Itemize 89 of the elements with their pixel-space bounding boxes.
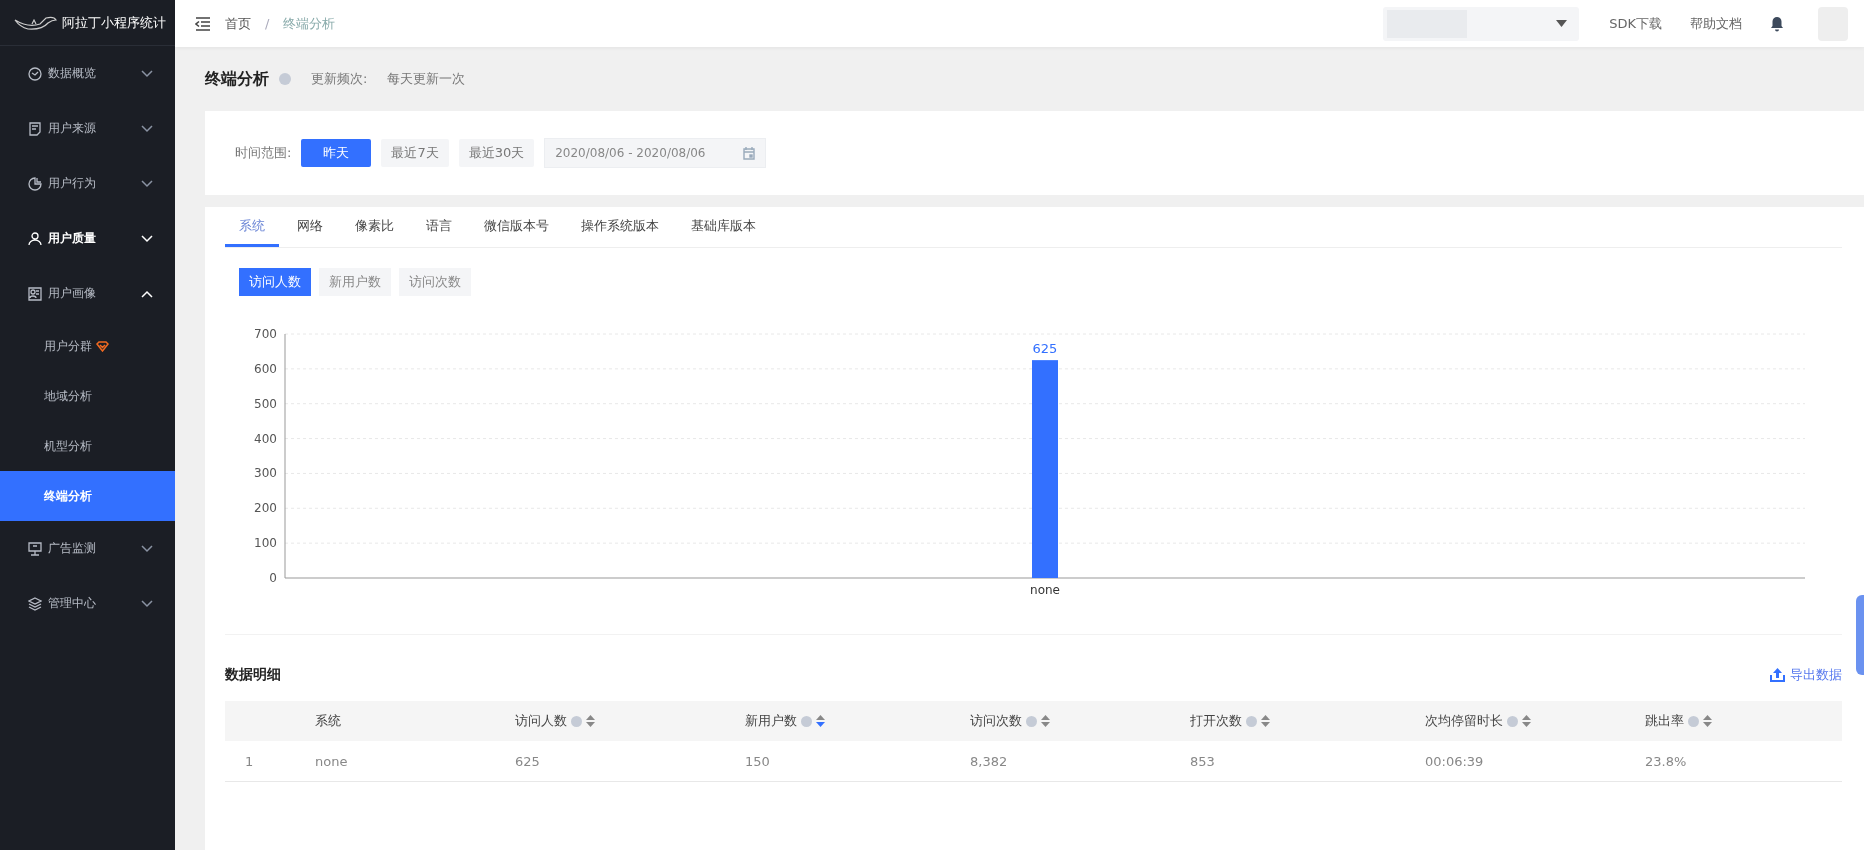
axis-tick-label: 600 [254, 361, 277, 376]
sidebar-item[interactable]: 广告监测 [0, 521, 175, 576]
table-cell-text: 23.8% [1645, 753, 1688, 769]
sidebar-label: 数据概览 [48, 65, 97, 82]
sidebar-item[interactable]: 数据概览 [0, 46, 175, 101]
sort-icon[interactable] [1261, 715, 1270, 727]
column-header: 次均停留时长 [1425, 712, 1503, 730]
sidebar-subitem[interactable]: 用户分群 [0, 321, 175, 371]
axis-category-label: none [1030, 583, 1060, 597]
axis-tick-label: 0 [269, 571, 277, 585]
info-icon[interactable] [1507, 715, 1518, 727]
column-header: 系统 [315, 712, 341, 730]
tab[interactable]: 系统 [225, 207, 279, 247]
column-header: 打开次数 [1190, 712, 1242, 730]
table-cell-text: 853 [1190, 753, 1216, 769]
info-icon[interactable] [1688, 715, 1699, 727]
app-selector[interactable] [1383, 6, 1580, 41]
info-icon[interactable] [571, 715, 582, 727]
calendar-icon [743, 146, 756, 160]
info-icon[interactable] [1026, 715, 1037, 727]
tab[interactable]: 操作系统版本 [567, 207, 673, 247]
axis-tick-label: 700 [254, 327, 277, 341]
sort-icon[interactable] [1522, 715, 1531, 727]
table-cell-text: 625 [515, 753, 541, 769]
tab[interactable]: 语言 [412, 207, 466, 247]
table-cell-text: 00:06:39 [1425, 753, 1485, 769]
column-header: 新用户数 [745, 712, 797, 730]
sidebar-item[interactable]: 用户来源 [0, 101, 175, 156]
page-title: 终端分析 [205, 68, 269, 90]
section-title: 数据明细 [225, 666, 281, 684]
sidebar-item[interactable]: 用户画像 [0, 266, 175, 321]
update-frequency-value: 每天更新一次 [387, 70, 466, 88]
axis-tick-label: 100 [254, 536, 277, 551]
header-link[interactable]: SDK下载 [1609, 14, 1662, 33]
sidebar-label: 机型分析 [44, 437, 92, 455]
axis-tick-label: 400 [254, 431, 277, 446]
column-header: 跳出率 [1645, 712, 1684, 730]
tab[interactable]: 微信版本号 [470, 207, 563, 247]
table-cell-text: 8,382 [970, 753, 1009, 769]
header-link[interactable]: 帮助文档 [1690, 14, 1742, 33]
breadcrumb-link[interactable]: 首页 [225, 14, 251, 33]
bell-icon[interactable] [1770, 15, 1784, 32]
sidebar-label: 管理中心 [48, 595, 97, 612]
sort-icon[interactable] [816, 715, 825, 727]
sort-icon[interactable] [586, 715, 595, 727]
table-cell-text: 150 [745, 753, 771, 769]
tab[interactable]: 像素比 [341, 207, 408, 247]
metric-button[interactable]: 访问人数 [239, 268, 311, 296]
time-range-button[interactable]: 最近7天 [381, 139, 449, 167]
menu-fold-icon[interactable] [195, 16, 211, 31]
info-icon[interactable] [1246, 715, 1257, 727]
sidebar-label: 终端分析 [44, 487, 92, 505]
axis-tick-label: 300 [254, 466, 277, 481]
sort-icon[interactable] [1041, 715, 1050, 727]
tab[interactable]: 网络 [283, 207, 337, 247]
time-range-button[interactable]: 昨天 [301, 139, 372, 167]
sidebar-label: 用户来源 [48, 120, 97, 137]
sidebar-item[interactable]: 用户行为 [0, 156, 175, 211]
sidebar-subitem[interactable]: 机型分析 [0, 421, 175, 471]
breadcrumb-current: 终端分析 [283, 14, 336, 33]
row-index: 1 [244, 753, 255, 769]
column-header: 访问人数 [515, 712, 567, 730]
time-range-button[interactable]: 最近30天 [458, 139, 535, 167]
sidebar-label: 地域分析 [44, 387, 92, 405]
sidebar-label: 用户画像 [48, 285, 97, 302]
sidebar-subitem[interactable]: 终端分析 [0, 471, 175, 521]
time-range-label: 时间范围: [235, 144, 292, 162]
info-icon[interactable] [279, 73, 291, 85]
sidebar-item[interactable]: 用户质量 [0, 211, 175, 266]
table-cell-text: none [315, 753, 349, 769]
axis-tick-label: 500 [254, 396, 277, 411]
sort-icon[interactable] [1703, 715, 1712, 727]
side-tab-handle[interactable] [1856, 595, 1864, 675]
sidebar-label: 用户质量 [48, 230, 97, 247]
update-frequency-label: 更新频次: [311, 70, 368, 88]
column-header: 访问次数 [970, 712, 1022, 730]
data-label: 625 [1032, 341, 1058, 357]
sidebar-label: 用户分群 [44, 337, 92, 355]
sidebar-subitem[interactable]: 地域分析 [0, 371, 175, 421]
export-link[interactable]: 导出数据 [1770, 666, 1842, 684]
sidebar-label: 广告监测 [48, 540, 97, 557]
upload-icon [1770, 668, 1785, 682]
sidebar-item[interactable]: 管理中心 [0, 576, 175, 631]
axis-tick-label: 200 [254, 501, 277, 516]
breadcrumb-separator: / [265, 16, 270, 31]
caret-icon [1556, 20, 1568, 27]
tab[interactable]: 基础库版本 [677, 207, 770, 247]
sidebar-label: 用户行为 [48, 175, 97, 192]
logo-text: 阿拉丁小程序统计 [62, 13, 166, 32]
